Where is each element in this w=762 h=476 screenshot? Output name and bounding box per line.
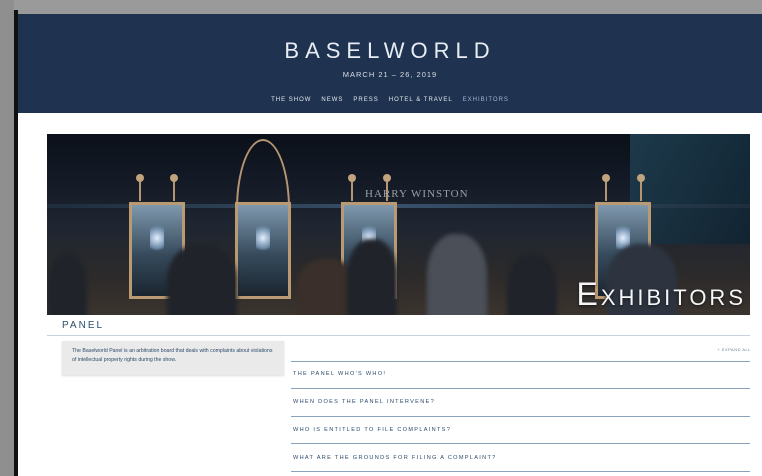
- faq-divider: [291, 443, 750, 444]
- hero-spire: [602, 174, 610, 201]
- hero-spire: [637, 174, 645, 201]
- hero-crowd: [507, 254, 557, 315]
- site-header: BASELWORLD MARCH 21 – 26, 2019 THE SHOW …: [18, 14, 762, 113]
- expand-all-link[interactable]: + EXPAND ALL: [717, 347, 751, 352]
- nav-news[interactable]: NEWS: [321, 97, 343, 103]
- hero-store-sign: HARRY WINSTON: [365, 188, 469, 200]
- faq-item-whos-who[interactable]: THE PANEL WHO'S WHO!: [293, 371, 386, 377]
- main-nav: THE SHOW NEWS PRESS HOTEL & TRAVEL EXHIB…: [18, 97, 762, 103]
- faq-divider: [291, 361, 750, 362]
- nav-exhibitors[interactable]: EXHIBITORS: [463, 97, 509, 103]
- brand-logo[interactable]: BASELWORLD: [18, 38, 762, 64]
- section-divider: [47, 335, 750, 336]
- faq-divider: [291, 416, 750, 417]
- hero-crowd: [347, 239, 397, 315]
- faq-item-when-intervene[interactable]: WHEN DOES THE PANEL INTERVENE?: [293, 399, 435, 405]
- hero-spire: [170, 174, 178, 201]
- hero-crowd: [427, 234, 487, 315]
- faq-item-grounds[interactable]: WHAT ARE THE GROUNDS FOR FILING A COMPLA…: [293, 455, 497, 461]
- intro-box: The Baselworld Panel is an arbitration b…: [62, 341, 284, 375]
- nav-press[interactable]: PRESS: [353, 97, 378, 103]
- hero-title: Exhibitors: [576, 276, 746, 312]
- event-dates: MARCH 21 – 26, 2019: [342, 70, 438, 79]
- hero-spire: [348, 174, 356, 201]
- intro-text: The Baselworld Panel is an arbitration b…: [72, 348, 273, 363]
- page: BASELWORLD MARCH 21 – 26, 2019 THE SHOW …: [18, 14, 762, 476]
- faq-divider: [291, 471, 750, 472]
- hero-banner: HARRY WINSTON Exhibitors: [47, 134, 750, 315]
- nav-the-show[interactable]: THE SHOW: [271, 97, 311, 103]
- nav-hotel-travel[interactable]: HOTEL & TRAVEL: [389, 97, 453, 103]
- hero-crowd: [47, 254, 87, 315]
- faq-divider: [291, 388, 750, 389]
- window-frame-top: [0, 0, 762, 10]
- hero-arch: [236, 139, 290, 209]
- hero-vitrine: [235, 202, 291, 299]
- section-title: PANEL: [62, 320, 105, 331]
- hero-spire: [136, 174, 144, 201]
- window-frame-left: [0, 0, 14, 476]
- hero-crowd: [167, 244, 237, 315]
- faq-item-who-entitled[interactable]: WHO IS ENTITLED TO FILE COMPLAINTS?: [293, 427, 451, 433]
